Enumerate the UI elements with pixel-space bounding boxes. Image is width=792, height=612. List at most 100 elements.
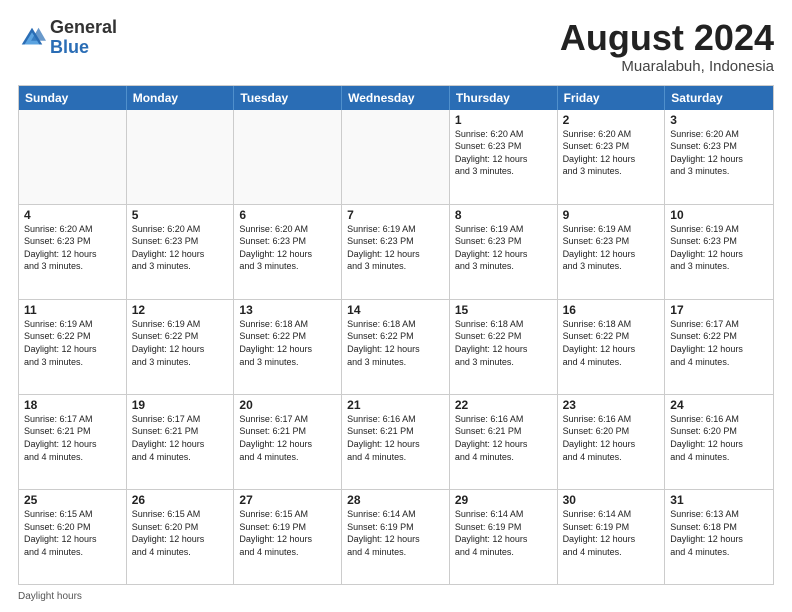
day-number: 7 bbox=[347, 208, 444, 222]
day-cell bbox=[342, 110, 450, 204]
day-cell bbox=[127, 110, 235, 204]
day-info: Sunrise: 6:16 AM Sunset: 6:20 PM Dayligh… bbox=[670, 413, 768, 463]
day-info: Sunrise: 6:20 AM Sunset: 6:23 PM Dayligh… bbox=[455, 128, 552, 178]
day-info: Sunrise: 6:18 AM Sunset: 6:22 PM Dayligh… bbox=[347, 318, 444, 368]
logo-text: General Blue bbox=[50, 18, 117, 58]
day-info: Sunrise: 6:19 AM Sunset: 6:23 PM Dayligh… bbox=[563, 223, 660, 273]
day-info: Sunrise: 6:19 AM Sunset: 6:23 PM Dayligh… bbox=[670, 223, 768, 273]
day-number: 31 bbox=[670, 493, 768, 507]
day-number: 21 bbox=[347, 398, 444, 412]
day-number: 30 bbox=[563, 493, 660, 507]
title-block: August 2024 Muaralabuh, Indonesia bbox=[560, 18, 774, 75]
day-info: Sunrise: 6:19 AM Sunset: 6:22 PM Dayligh… bbox=[132, 318, 229, 368]
day-cell: 8Sunrise: 6:19 AM Sunset: 6:23 PM Daylig… bbox=[450, 205, 558, 299]
day-cell: 23Sunrise: 6:16 AM Sunset: 6:20 PM Dayli… bbox=[558, 395, 666, 489]
day-number: 11 bbox=[24, 303, 121, 317]
day-cell: 9Sunrise: 6:19 AM Sunset: 6:23 PM Daylig… bbox=[558, 205, 666, 299]
calendar-day-name: Saturday bbox=[665, 86, 773, 110]
location: Muaralabuh, Indonesia bbox=[560, 58, 774, 75]
day-info: Sunrise: 6:15 AM Sunset: 6:20 PM Dayligh… bbox=[24, 508, 121, 558]
week-row: 18 Sunrise: 6:17 AM Sunset: 6:21 PM Dayli… bbox=[19, 394, 773, 489]
day-cell: 10Sunrise: 6:19 AM Sunset: 6:23 PM Dayli… bbox=[665, 205, 773, 299]
day-number: 12 bbox=[132, 303, 229, 317]
calendar-header: SundayMondayTuesdayWednesdayThursdayFrid… bbox=[19, 86, 773, 110]
day-cell: 21Sunrise: 6:16 AM Sunset: 6:21 PM Dayli… bbox=[342, 395, 450, 489]
day-info: Sunrise: 6:17 AM Sunset: 6:22 PM Dayligh… bbox=[670, 318, 768, 368]
day-cell: 11Sunrise: 6:19 AM Sunset: 6:22 PM Dayli… bbox=[19, 300, 127, 394]
day-info: Sunrise: 6:20 AM Sunset: 6:23 PM Dayligh… bbox=[24, 223, 121, 273]
day-info: Sunrise: 6:19 AM Sunset: 6:23 PM Dayligh… bbox=[455, 223, 552, 273]
day-number: 6 bbox=[239, 208, 336, 222]
footer: Daylight hours bbox=[18, 591, 774, 602]
day-info: Sunrise: 6:15 AM Sunset: 6:19 PM Dayligh… bbox=[239, 508, 336, 558]
day-number: 26 bbox=[132, 493, 229, 507]
day-info: Sunrise: 6:17 AM Sunset: 6:21 PM Dayligh… bbox=[239, 413, 336, 463]
day-info: Sunrise: 6:20 AM Sunset: 6:23 PM Dayligh… bbox=[239, 223, 336, 273]
day-number: 18 bbox=[24, 398, 121, 412]
day-number: 23 bbox=[563, 398, 660, 412]
calendar-day-name: Monday bbox=[127, 86, 235, 110]
day-number: 20 bbox=[239, 398, 336, 412]
day-cell: 29Sunrise: 6:14 AM Sunset: 6:19 PM Dayli… bbox=[450, 490, 558, 584]
day-cell: 7Sunrise: 6:19 AM Sunset: 6:23 PM Daylig… bbox=[342, 205, 450, 299]
day-cell: 12Sunrise: 6:19 AM Sunset: 6:22 PM Dayli… bbox=[127, 300, 235, 394]
day-cell: 3Sunrise: 6:20 AM Sunset: 6:23 PM Daylig… bbox=[665, 110, 773, 204]
day-info: Sunrise: 6:20 AM Sunset: 6:23 PM Dayligh… bbox=[563, 128, 660, 178]
day-cell: 31Sunrise: 6:13 AM Sunset: 6:18 PM Dayli… bbox=[665, 490, 773, 584]
week-row: 4Sunrise: 6:20 AM Sunset: 6:23 PM Daylig… bbox=[19, 204, 773, 299]
week-row: 25Sunrise: 6:15 AM Sunset: 6:20 PM Dayli… bbox=[19, 489, 773, 584]
day-cell: 28Sunrise: 6:14 AM Sunset: 6:19 PM Dayli… bbox=[342, 490, 450, 584]
day-info: Sunrise: 6:18 AM Sunset: 6:22 PM Dayligh… bbox=[239, 318, 336, 368]
day-cell: 6Sunrise: 6:20 AM Sunset: 6:23 PM Daylig… bbox=[234, 205, 342, 299]
page: General Blue August 2024 Muaralabuh, Ind… bbox=[0, 0, 792, 612]
day-number: 19 bbox=[132, 398, 229, 412]
day-number: 27 bbox=[239, 493, 336, 507]
day-number: 4 bbox=[24, 208, 121, 222]
day-number: 9 bbox=[563, 208, 660, 222]
day-info: Sunrise: 6:16 AM Sunset: 6:21 PM Dayligh… bbox=[347, 413, 444, 463]
day-number: 15 bbox=[455, 303, 552, 317]
day-number: 8 bbox=[455, 208, 552, 222]
calendar-day-name: Wednesday bbox=[342, 86, 450, 110]
day-info: Sunrise: 6:14 AM Sunset: 6:19 PM Dayligh… bbox=[563, 508, 660, 558]
day-number: 22 bbox=[455, 398, 552, 412]
day-info: Sunrise: 6:14 AM Sunset: 6:19 PM Dayligh… bbox=[455, 508, 552, 558]
calendar-day-name: Friday bbox=[558, 86, 666, 110]
day-info: Sunrise: 6:18 AM Sunset: 6:22 PM Dayligh… bbox=[563, 318, 660, 368]
day-cell: 25Sunrise: 6:15 AM Sunset: 6:20 PM Dayli… bbox=[19, 490, 127, 584]
day-cell: 13Sunrise: 6:18 AM Sunset: 6:22 PM Dayli… bbox=[234, 300, 342, 394]
day-number: 13 bbox=[239, 303, 336, 317]
day-number: 28 bbox=[347, 493, 444, 507]
generalblue-logo-icon bbox=[18, 24, 46, 52]
week-row: 11Sunrise: 6:19 AM Sunset: 6:22 PM Dayli… bbox=[19, 299, 773, 394]
day-cell: 30Sunrise: 6:14 AM Sunset: 6:19 PM Dayli… bbox=[558, 490, 666, 584]
day-cell: 4Sunrise: 6:20 AM Sunset: 6:23 PM Daylig… bbox=[19, 205, 127, 299]
day-cell: 24Sunrise: 6:16 AM Sunset: 6:20 PM Dayli… bbox=[665, 395, 773, 489]
day-cell: 18Sunrise: 6:17 AM Sunset: 6:21 PM Dayli… bbox=[19, 395, 127, 489]
logo: General Blue bbox=[18, 18, 117, 58]
day-info: Sunrise: 6:18 AM Sunset: 6:22 PM Dayligh… bbox=[455, 318, 552, 368]
day-number: 24 bbox=[670, 398, 768, 412]
calendar-day-name: Sunday bbox=[19, 86, 127, 110]
day-cell: 15Sunrise: 6:18 AM Sunset: 6:22 PM Dayli… bbox=[450, 300, 558, 394]
day-number: 25 bbox=[24, 493, 121, 507]
day-number: 14 bbox=[347, 303, 444, 317]
day-info: Sunrise: 6:15 AM Sunset: 6:20 PM Dayligh… bbox=[132, 508, 229, 558]
day-info: Sunrise: 6:16 AM Sunset: 6:21 PM Dayligh… bbox=[455, 413, 552, 463]
day-cell: 16Sunrise: 6:18 AM Sunset: 6:22 PM Dayli… bbox=[558, 300, 666, 394]
daylight-hours-label: Daylight hours bbox=[18, 591, 82, 602]
day-number: 16 bbox=[563, 303, 660, 317]
day-cell: 2Sunrise: 6:20 AM Sunset: 6:23 PM Daylig… bbox=[558, 110, 666, 204]
month-year: August 2024 bbox=[560, 18, 774, 58]
day-cell: 22Sunrise: 6:16 AM Sunset: 6:21 PM Dayli… bbox=[450, 395, 558, 489]
day-cell: 26Sunrise: 6:15 AM Sunset: 6:20 PM Dayli… bbox=[127, 490, 235, 584]
day-info: Sunrise: 6:20 AM Sunset: 6:23 PM Dayligh… bbox=[670, 128, 768, 178]
day-cell: 20Sunrise: 6:17 AM Sunset: 6:21 PM Dayli… bbox=[234, 395, 342, 489]
day-info: Sunrise: 6:16 AM Sunset: 6:20 PM Dayligh… bbox=[563, 413, 660, 463]
calendar-day-name: Tuesday bbox=[234, 86, 342, 110]
day-info: Sunrise: 6:19 AM Sunset: 6:22 PM Dayligh… bbox=[24, 318, 121, 368]
day-number: 2 bbox=[563, 113, 660, 127]
day-info: Sunrise: 6:19 AM Sunset: 6:23 PM Dayligh… bbox=[347, 223, 444, 273]
day-cell: 19Sunrise: 6:17 AM Sunset: 6:21 PM Dayli… bbox=[127, 395, 235, 489]
day-number: 5 bbox=[132, 208, 229, 222]
